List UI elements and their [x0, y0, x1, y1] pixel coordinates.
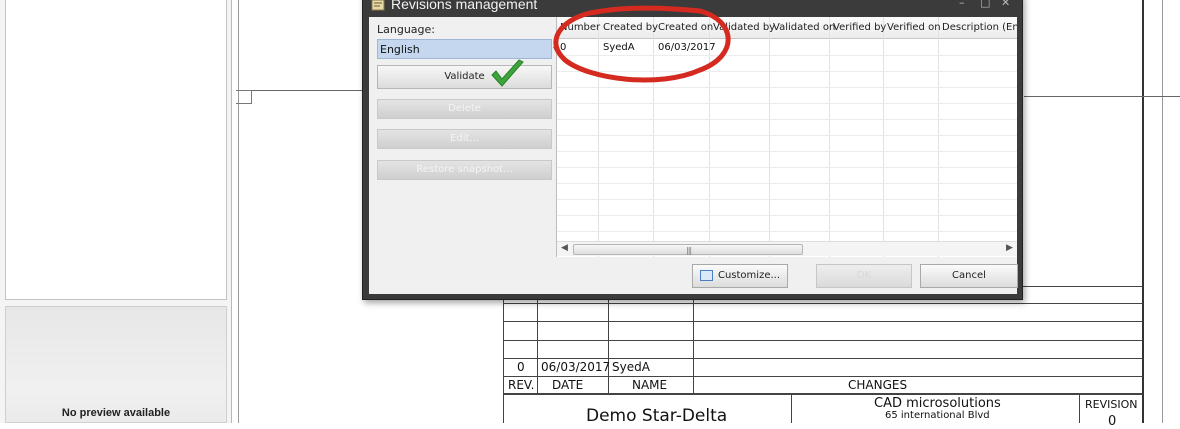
- cell-number[interactable]: 0: [560, 42, 566, 53]
- maximize-icon[interactable]: □: [980, 0, 990, 9]
- company-name: CAD microsolutions: [874, 396, 1001, 411]
- dialog-body: Language: English ▼ Validate Delete Edit…: [369, 17, 1018, 294]
- edit-button[interactable]: Edit...: [377, 129, 552, 149]
- revision-value: 0: [1108, 414, 1117, 429]
- minimize-icon[interactable]: –: [959, 0, 965, 9]
- grid-row-line: [557, 231, 1017, 232]
- grid-column-divider: [883, 17, 884, 257]
- customize-icon: [699, 269, 713, 281]
- tb-line: [791, 394, 792, 423]
- tb-line: [537, 286, 538, 394]
- sheet-border-left: [238, 0, 239, 423]
- grid-row-line: [557, 215, 1017, 216]
- grid-row-line: [557, 199, 1017, 200]
- left-panel: No preview available: [0, 0, 232, 423]
- preview-pane: No preview available: [5, 306, 227, 423]
- tb-line: [504, 321, 1143, 322]
- project-title: Demo Star-Delta: [586, 406, 728, 426]
- grid-row-line: [557, 167, 1017, 168]
- revisions-icon: [371, 0, 385, 11]
- customize-button[interactable]: Customize...: [692, 264, 788, 288]
- tb-rev-value: 0: [517, 360, 525, 374]
- grid-column-divider: [653, 17, 654, 257]
- restore-snapshot-button[interactable]: Restore snapshot...: [377, 160, 552, 180]
- grid-row-line: [557, 119, 1017, 120]
- column-header-validated-on[interactable]: Validated on: [773, 22, 835, 33]
- validate-button[interactable]: Validate: [377, 65, 552, 89]
- company-address: 65 international Blvd: [885, 410, 990, 421]
- grid-row-line: [557, 71, 1017, 72]
- grid-column-divider: [709, 17, 710, 257]
- delete-button[interactable]: Delete: [377, 99, 552, 119]
- tb-line: [504, 358, 1143, 359]
- grid-row-line: [557, 151, 1017, 152]
- wire-left: [252, 90, 364, 91]
- tb-date-value: 06/03/2017: [541, 360, 611, 374]
- dialog-title: Revisions management: [391, 0, 538, 12]
- grid-row-line: [557, 135, 1017, 136]
- tb-line: [608, 286, 609, 394]
- tb-changes-header: CHANGES: [848, 378, 908, 392]
- column-header-verified-by[interactable]: Verified by: [833, 22, 886, 33]
- customize-label: Customize...: [717, 270, 781, 281]
- tb-name-header: NAME: [632, 378, 668, 392]
- column-header-created-by[interactable]: Created by: [603, 22, 658, 33]
- cancel-button[interactable]: Cancel: [920, 264, 1018, 288]
- language-select[interactable]: English: [377, 39, 552, 59]
- column-header-number[interactable]: Number: [560, 22, 600, 33]
- tb-line: [504, 393, 1143, 395]
- revisions-grid[interactable]: Number Created by Created on Validated b…: [556, 17, 1017, 257]
- revisions-dialog: Revisions management – □ ✕ Language: Eng…: [362, 0, 1023, 300]
- grid-row-line: [557, 87, 1017, 88]
- dialog-titlebar[interactable]: Revisions management – □ ✕: [363, 0, 1022, 15]
- grid-row-line: [557, 55, 1017, 56]
- grid-column-divider: [938, 17, 939, 257]
- column-header-validated-by[interactable]: Validated by: [713, 22, 775, 33]
- column-header-verified-on[interactable]: Verified on: [887, 22, 941, 33]
- wire-connector: [236, 90, 252, 104]
- scroll-grip-icon: |||: [686, 246, 692, 255]
- revision-label: REVISION: [1085, 398, 1138, 411]
- tb-line: [504, 340, 1143, 341]
- close-icon[interactable]: ✕: [1001, 0, 1010, 9]
- checkmark-icon: [491, 59, 524, 87]
- cell-created-on[interactable]: 06/03/2017: [658, 42, 716, 53]
- language-value: English: [380, 43, 420, 56]
- scrollbar-thumb[interactable]: |||: [573, 244, 803, 255]
- left-panel-list[interactable]: [5, 0, 227, 300]
- tb-line: [504, 376, 1143, 377]
- tb-line: [504, 303, 1143, 304]
- sheet-border-right: [1142, 0, 1144, 423]
- preview-text: No preview available: [61, 407, 171, 419]
- tb-line: [693, 286, 694, 394]
- scroll-left-icon[interactable]: ◀: [561, 243, 568, 253]
- tb-rev-header: REV.: [508, 378, 535, 392]
- language-label: Language:: [377, 23, 435, 36]
- title-block: 0 06/03/2017 SyedA REV. DATE NAME CHANGE…: [503, 286, 1143, 429]
- ok-button[interactable]: OK: [816, 264, 912, 288]
- grid-column-divider: [598, 17, 599, 257]
- grid-row-line: [557, 103, 1017, 104]
- column-header-description[interactable]: Description (Engli: [942, 22, 1017, 33]
- cell-created-by[interactable]: SyedA: [603, 42, 635, 53]
- column-header-created-on[interactable]: Created on: [658, 22, 713, 33]
- tb-line: [1079, 394, 1080, 423]
- grid-column-divider: [769, 17, 770, 257]
- grid-column-divider: [829, 17, 830, 257]
- wire-right: [1024, 96, 1180, 97]
- tb-name-value: SyedA: [612, 360, 650, 374]
- grid-row-line: [557, 183, 1017, 184]
- horizontal-scrollbar[interactable]: ◀ ||| ▶: [557, 241, 1017, 256]
- sheet-border-outer: [1162, 0, 1163, 423]
- scroll-right-icon[interactable]: ▶: [1006, 243, 1013, 253]
- tb-date-header: DATE: [552, 378, 584, 392]
